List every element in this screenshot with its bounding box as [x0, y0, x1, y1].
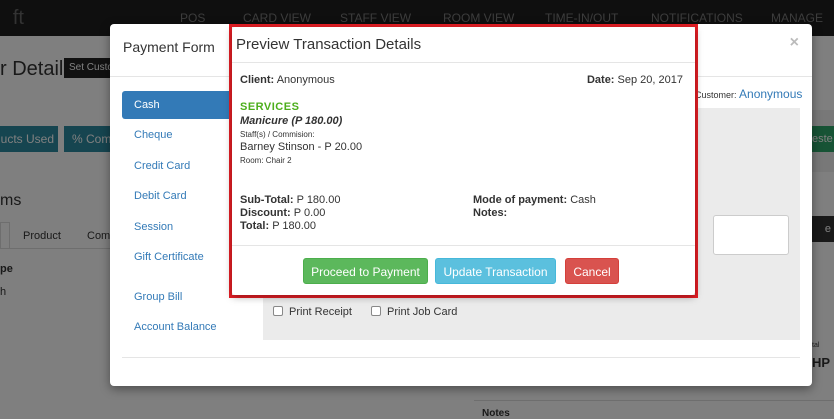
- total-label: Total:: [240, 220, 270, 232]
- print-job-card-option[interactable]: Print Job Card: [371, 306, 457, 318]
- date-label: Date:: [586, 74, 615, 86]
- method-account-balance[interactable]: Account Balance: [122, 313, 264, 341]
- mode-label: Mode of payment:: [473, 194, 568, 206]
- services-heading: SERVICES: [240, 101, 300, 113]
- discount-row: Discount: P 0.00: [240, 207, 325, 219]
- subtotal-label: Sub-Total:: [240, 194, 294, 206]
- mode-value: Cash: [570, 194, 596, 206]
- preview-title: Preview Transaction Details: [236, 36, 422, 53]
- print-receipt-option[interactable]: Print Receipt: [273, 306, 352, 318]
- mode-of-payment-row: Mode of payment: Cash: [473, 194, 596, 206]
- customer-label: Customer:: [695, 90, 737, 100]
- update-transaction-button[interactable]: Update Transaction: [435, 258, 556, 284]
- discount-label: Discount:: [240, 207, 291, 219]
- date-value: Sep 20, 2017: [617, 74, 683, 86]
- subtotal-value: P 180.00: [296, 194, 341, 206]
- preview-header-divider: [232, 62, 695, 63]
- close-icon[interactable]: ×: [790, 34, 799, 52]
- total-value: P 180.00: [272, 220, 317, 232]
- customer-info: Customer: Anonymous: [695, 87, 802, 101]
- preview-footer-divider: [232, 245, 695, 246]
- modal-title: Payment Form: [123, 39, 215, 55]
- service-name: Manicure (P 180.00): [240, 115, 343, 127]
- subtotal-row: Sub-Total: P 180.00: [240, 194, 340, 206]
- total-row: Total: P 180.00: [240, 220, 316, 232]
- print-receipt-label: Print Receipt: [289, 306, 352, 318]
- room-info: Room: Chair 2: [240, 156, 292, 165]
- modal-footer-divider: [122, 357, 800, 358]
- client-label: Client:: [240, 74, 275, 86]
- staff-value: Barney Stinson - P 20.00: [240, 141, 363, 153]
- print-options: Print Receipt Print Job Card: [273, 306, 473, 318]
- preview-transaction-modal: Preview Transaction Details Client: Anon…: [232, 27, 695, 295]
- cancel-button[interactable]: Cancel: [565, 258, 619, 284]
- discount-value: P 0.00: [293, 207, 326, 219]
- print-receipt-checkbox[interactable]: [273, 306, 283, 316]
- client-value: Anonymous: [276, 74, 335, 86]
- customer-value[interactable]: Anonymous: [739, 87, 802, 101]
- proceed-to-payment-button[interactable]: Proceed to Payment: [303, 258, 428, 284]
- print-job-card-label: Print Job Card: [387, 306, 458, 318]
- client-info: Client: Anonymous: [240, 74, 335, 86]
- notes-label: Notes:: [473, 207, 508, 219]
- date-info: Date: Sep 20, 2017: [587, 74, 683, 86]
- notes-textarea[interactable]: [713, 215, 789, 255]
- staff-label: Staff(s) / Commision:: [240, 130, 315, 139]
- print-job-card-checkbox[interactable]: [371, 306, 382, 316]
